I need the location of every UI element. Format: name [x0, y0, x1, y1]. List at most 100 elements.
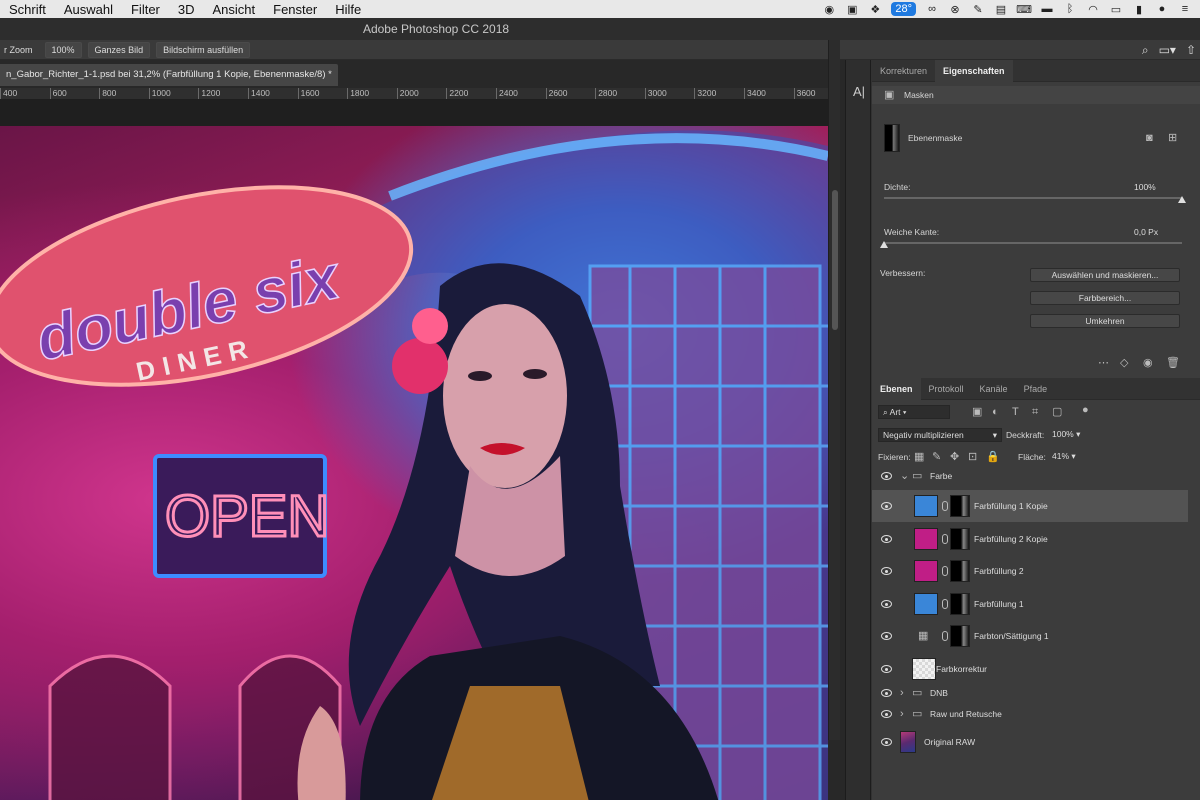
bluetooth-icon[interactable]: ᛒ: [1063, 3, 1077, 15]
fill-thumbnail[interactable]: [914, 560, 938, 582]
link-chain-icon[interactable]: [942, 501, 948, 511]
layer-row[interactable]: Farbfüllung 1 Kopie: [872, 490, 1188, 522]
adjustment-layer-icon[interactable]: ▦: [918, 630, 928, 642]
tab-korrekturen[interactable]: Korrekturen: [872, 60, 935, 82]
feather-slider-track[interactable]: [884, 242, 1182, 244]
lock-position-icon[interactable]: ✥: [950, 451, 959, 463]
layer-row[interactable]: ⌄ ▭ Farbe: [872, 468, 1188, 484]
layer-mask-thumbnail[interactable]: [950, 560, 970, 582]
layer-row[interactable]: › ▭ Raw und Retusche: [872, 706, 1188, 722]
opacity-input[interactable]: 100% ▾: [1048, 428, 1092, 442]
layer-filter-dropdown[interactable]: ⌕ Art ▾: [878, 405, 950, 419]
workspace-icon[interactable]: ▭▾: [1159, 43, 1176, 57]
menu-list-icon[interactable]: ≡: [1178, 3, 1192, 15]
link-chain-icon[interactable]: [942, 631, 948, 641]
canvas[interactable]: double six DINER OPEN: [0, 100, 828, 800]
character-panel-icon[interactable]: A|: [850, 84, 868, 102]
invert-button[interactable]: Umkehren: [1030, 314, 1180, 328]
menu-3d[interactable]: 3D: [169, 2, 204, 17]
script-icon[interactable]: ▤: [994, 3, 1008, 16]
filter-type-icon[interactable]: T: [1012, 406, 1019, 418]
visibility-eye-icon[interactable]: [881, 567, 892, 575]
image-thumbnail[interactable]: [900, 731, 916, 753]
feather-value[interactable]: 0,0 Px: [1134, 227, 1158, 237]
toggle-mask-eye-icon[interactable]: ◉: [1143, 357, 1153, 369]
load-selection-icon[interactable]: ⋯: [1098, 357, 1109, 369]
tab-pfade[interactable]: Pfade: [1016, 378, 1056, 400]
layer-mask-thumbnail[interactable]: [950, 528, 970, 550]
apply-mask-icon[interactable]: ◇: [1120, 357, 1128, 369]
airplay-icon[interactable]: ▭: [1109, 3, 1123, 16]
menu-ansicht[interactable]: Ansicht: [204, 2, 265, 17]
select-and-mask-button[interactable]: Auswählen und maskieren...: [1030, 268, 1180, 282]
record-icon[interactable]: ◉: [822, 3, 836, 16]
creative-cloud-icon[interactable]: ∞: [925, 3, 939, 15]
layer-row[interactable]: ▦ Farbton/Sättigung 1: [872, 620, 1188, 652]
fill-input[interactable]: 41% ▾: [1048, 450, 1092, 464]
visibility-eye-icon[interactable]: [881, 535, 892, 543]
filter-pixel-icon[interactable]: ▣: [972, 406, 982, 418]
fill-thumbnail[interactable]: [914, 593, 938, 615]
visibility-eye-icon[interactable]: [881, 710, 892, 718]
blend-mode-dropdown[interactable]: Negativ multiplizieren ▾: [878, 428, 1002, 442]
visibility-eye-icon[interactable]: [881, 689, 892, 697]
layer-mask-thumbnail[interactable]: [950, 625, 970, 647]
menu-fenster[interactable]: Fenster: [264, 2, 326, 17]
lock-artboard-icon[interactable]: ⊡: [968, 451, 977, 463]
dropbox-icon[interactable]: ❖: [868, 3, 882, 16]
filter-shape-icon[interactable]: ⌗: [1032, 406, 1038, 418]
filter-toggle-icon[interactable]: ●: [1082, 404, 1089, 416]
scrollbar-thumb[interactable]: [832, 190, 838, 330]
weather-temperature[interactable]: 28°: [891, 2, 916, 16]
vertical-scrollbar[interactable]: [828, 40, 840, 740]
mask-thumbnail[interactable]: [884, 124, 900, 152]
density-slider-thumb[interactable]: [1178, 196, 1186, 203]
display-icon[interactable]: ▣: [845, 3, 859, 16]
sync-icon[interactable]: ⊗: [948, 3, 962, 16]
layer-row[interactable]: Farbfüllung 1: [872, 588, 1188, 620]
tab-kanaele[interactable]: Kanäle: [972, 378, 1016, 400]
lock-all-icon[interactable]: 🔒: [986, 451, 1000, 463]
menu-filter[interactable]: Filter: [122, 2, 169, 17]
color-range-button[interactable]: Farbbereich...: [1030, 291, 1180, 305]
visibility-eye-icon[interactable]: [881, 472, 892, 480]
visibility-eye-icon[interactable]: [881, 600, 892, 608]
menu-auswahl[interactable]: Auswahl: [55, 2, 122, 17]
menu-hilfe[interactable]: Hilfe: [326, 2, 370, 17]
tab-protokoll[interactable]: Protokoll: [921, 378, 972, 400]
visibility-eye-icon[interactable]: [881, 502, 892, 510]
layer-row[interactable]: Original RAW: [872, 726, 1188, 758]
visibility-eye-icon[interactable]: [881, 738, 892, 746]
share-icon[interactable]: ⇧: [1186, 43, 1196, 57]
group-expand-chevron-icon[interactable]: ›: [900, 687, 904, 699]
zoom-label[interactable]: r Zoom: [0, 43, 39, 57]
tab-ebenen[interactable]: Ebenen: [872, 377, 921, 400]
filter-smart-object-icon[interactable]: ▢: [1052, 406, 1062, 418]
link-chain-icon[interactable]: [942, 566, 948, 576]
fill-thumbnail[interactable]: [914, 528, 938, 550]
menu-schrift[interactable]: Schrift: [0, 2, 55, 17]
density-slider-track[interactable]: [884, 197, 1182, 199]
visibility-eye-icon[interactable]: [881, 665, 892, 673]
fill-thumbnail[interactable]: [914, 495, 938, 517]
layer-mask-thumbnail[interactable]: [950, 593, 970, 615]
transparent-thumbnail[interactable]: [912, 658, 936, 680]
layer-row[interactable]: Farbfüllung 2 Kopie: [872, 523, 1188, 555]
tab-eigenschaften[interactable]: Eigenschaften: [935, 59, 1013, 82]
group-expand-chevron-icon[interactable]: ⌄: [900, 470, 909, 482]
lock-image-icon[interactable]: ✎: [932, 451, 941, 463]
document-tab[interactable]: n_Gabor_Richter_1-1.psd bei 31,2% (Farbf…: [0, 64, 338, 86]
link-chain-icon[interactable]: [942, 599, 948, 609]
filter-adjustment-icon[interactable]: ◐: [992, 406, 999, 418]
visibility-eye-icon[interactable]: [881, 632, 892, 640]
feather-slider-thumb[interactable]: [880, 241, 888, 248]
evernote-icon[interactable]: ✎: [971, 3, 985, 16]
layer-row[interactable]: › ▭ DNB: [872, 685, 1188, 701]
hd-icon[interactable]: ▬: [1040, 3, 1054, 15]
lock-transparency-icon[interactable]: ▦: [914, 451, 924, 463]
zoom-100-button[interactable]: 100%: [44, 41, 82, 58]
layer-mask-thumbnail[interactable]: [950, 495, 970, 517]
layer-row[interactable]: Farbfüllung 2: [872, 555, 1188, 587]
keyboard-icon[interactable]: ⌨: [1016, 3, 1032, 16]
layer-row[interactable]: Farbkorrektur: [872, 653, 1188, 685]
